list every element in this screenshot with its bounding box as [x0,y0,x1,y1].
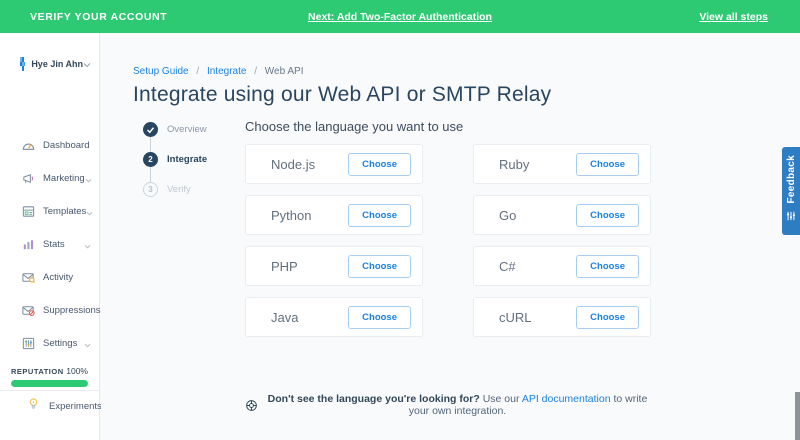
main-content: Setup Guide / Integrate / Web API Integr… [101,33,800,440]
language-name: PHP [271,258,298,274]
sidebar-item-label: Stats [43,239,65,250]
sidebar-item-label: Templates [43,206,87,217]
view-all-steps-link[interactable]: View all steps [699,11,768,23]
language-name: Java [271,309,299,325]
banner-next-step: Next: Add Two-Factor Authentication [0,11,800,23]
lightbulb-icon [26,396,41,416]
language-card-java: Java Choose [245,297,423,337]
next-step-link[interactable]: Next: Add Two-Factor Authentication [308,11,492,23]
stats-bars-icon [20,237,36,253]
choose-nodejs-button[interactable]: Choose [348,152,411,176]
reputation-label: REPUTATION [11,366,64,376]
step-label: Integrate [167,154,208,165]
sidebar-item-dashboard[interactable]: Dashboard [0,129,99,162]
language-name: Go [499,207,517,223]
sidebar-item-templates[interactable]: Templates [0,195,99,228]
avatar [20,57,26,71]
check-icon [143,122,158,137]
setup-stepper: Overview 2 Integrate 3 Verify [133,119,245,417]
vertical-scrollbar-thumb[interactable] [795,392,800,440]
chevron-down-icon [83,55,91,73]
reputation-value: 100% [66,366,88,376]
language-card-php: PHP Choose [245,246,423,286]
sidebar-item-label: Experiments [49,400,102,412]
sidebar-item-settings[interactable]: Settings [0,327,99,360]
sidebar-item-marketing[interactable]: Marketing [0,162,99,195]
step-number: 3 [143,182,158,197]
chevron-down-icon [84,236,91,254]
help-lifesaver-icon [245,399,258,412]
sidebar-item-label: Dashboard [43,140,90,151]
language-name: C# [499,258,516,274]
language-name: Python [271,207,312,223]
settings-sliders-icon [20,336,36,352]
language-chooser: Choose the language you want to use Node… [245,119,800,417]
sidebar-item-activity[interactable]: Activity [0,261,99,294]
language-grid: Node.js Choose Ruby Choose Python Choose… [245,144,800,337]
step-overview[interactable]: Overview [143,122,245,137]
sliders-icon [786,208,796,226]
banner-view-all: View all steps [699,11,768,23]
user-name: Hye Jin Ahn [31,59,83,69]
step-integrate[interactable]: 2 Integrate [143,152,245,167]
sidebar-item-label: Suppressions [43,305,101,316]
choose-curl-button[interactable]: Choose [576,305,639,329]
sidebar: Hye Jin Ahn Dashboard Marketing Template… [0,33,107,440]
sidebar-item-stats[interactable]: Stats [0,228,99,261]
step-verify[interactable]: 3 Verify [143,182,245,197]
breadcrumb-separator: / [254,66,257,77]
language-card-ruby: Ruby Choose [473,144,651,184]
step-label: Verify [167,184,191,195]
choose-ruby-button[interactable]: Choose [576,152,639,176]
api-documentation-link[interactable]: API documentation [522,393,611,405]
templates-icon [20,204,36,220]
footer-text: Use our [479,393,522,405]
megaphone-icon [20,171,36,187]
feedback-tab[interactable]: Feedback [782,147,800,235]
feedback-tab-label: Feedback [785,155,797,204]
breadcrumb-integrate[interactable]: Integrate [207,66,246,77]
user-menu[interactable]: Hye Jin Ahn [0,33,99,73]
dashboard-gauge-icon [20,138,36,154]
language-card-csharp: C# Choose [473,246,651,286]
footer-note: Don't see the language you're looking fo… [245,393,651,417]
breadcrumb-separator: / [196,66,200,77]
chevron-down-icon [84,335,91,353]
choose-java-button[interactable]: Choose [348,305,411,329]
sidebar-item-suppressions[interactable]: Suppressions [0,294,107,327]
reputation-block: REPUTATION 100% [0,366,99,387]
chooser-title: Choose the language you want to use [245,119,464,134]
step-label: Overview [167,124,207,135]
language-card-curl: cURL Choose [473,297,651,337]
choose-go-button[interactable]: Choose [576,203,639,227]
activity-mail-search-icon [20,270,36,286]
sidebar-nav: Dashboard Marketing Templates Stats Acti… [0,129,107,360]
footer-question: Don't see the language you're looking fo… [267,393,480,405]
language-card-python: Python Choose [245,195,423,235]
choose-csharp-button[interactable]: Choose [576,254,639,278]
language-name: Node.js [271,156,316,172]
sidebar-item-experiments[interactable]: Experiments [0,391,102,421]
choose-php-button[interactable]: Choose [348,254,411,278]
chevron-down-icon [85,170,92,188]
sidebar-item-label: Marketing [43,173,85,184]
breadcrumb-setup-guide[interactable]: Setup Guide [133,66,189,77]
language-name: cURL [499,309,532,325]
choose-python-button[interactable]: Choose [348,203,411,227]
language-card-go: Go Choose [473,195,651,235]
language-card-nodejs: Node.js Choose [245,144,423,184]
suppressions-mail-block-icon [20,303,36,319]
step-number: 2 [143,152,158,167]
reputation-progress-bar [11,380,88,387]
verify-account-banner: VERIFY YOUR ACCOUNT Next: Add Two-Factor… [0,0,800,33]
breadcrumb: Setup Guide / Integrate / Web API [133,66,800,77]
sidebar-item-label: Activity [43,272,74,283]
chevron-down-icon [86,203,93,221]
language-name: Ruby [499,156,530,172]
breadcrumb-web-api: Web API [264,66,304,77]
sidebar-item-label: Settings [43,338,78,349]
page-title: Integrate using our Web API or SMTP Rela… [133,83,552,106]
